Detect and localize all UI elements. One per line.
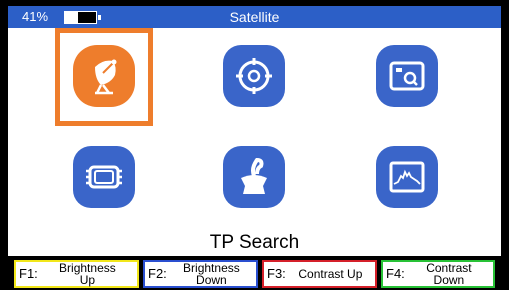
- f3-text: Contrast Up: [298, 267, 363, 281]
- page-title: Satellite: [229, 9, 280, 25]
- menu-item-dish-antenna[interactable]: [223, 146, 285, 208]
- spectrum-icon: [389, 161, 425, 193]
- f1-text: Brightness Up: [59, 261, 116, 287]
- screen: 41% Satellite TP Search F1: Brightness U…: [0, 0, 509, 290]
- menu-item-satellite-dish[interactable]: [73, 45, 135, 107]
- satellite-dish-icon: [95, 59, 117, 95]
- f3-contrast-up-button[interactable]: F3: Contrast Up: [262, 260, 377, 288]
- function-key-bar: F1: Brightness Up F2: Brightness Down F3…: [0, 256, 509, 290]
- f4-text: Contrast Down: [426, 261, 472, 287]
- f2-brightness-down-button[interactable]: F2: Brightness Down: [143, 260, 258, 288]
- status-bar: 41% Satellite: [8, 6, 501, 28]
- f3-key-label: F3:: [267, 266, 286, 281]
- f4-key-label: F4:: [386, 266, 405, 281]
- f4-contrast-down-button[interactable]: F4: Contrast Down: [381, 260, 495, 288]
- menu-item-screen-settings[interactable]: [376, 45, 438, 107]
- f2-text: Brightness Down: [183, 261, 240, 287]
- menu-item-target-search[interactable]: [223, 45, 285, 107]
- f1-brightness-up-button[interactable]: F1: Brightness Up: [14, 260, 139, 288]
- selected-item-label: TP Search: [209, 232, 300, 253]
- target-search-icon: [236, 58, 272, 94]
- f2-key-label: F2:: [148, 266, 167, 281]
- menu-area: TP Search: [8, 28, 501, 256]
- f1-key-label: F1:: [19, 266, 38, 281]
- screen-settings-icon: [389, 61, 425, 91]
- menu-item-chip[interactable]: [73, 146, 135, 208]
- dish-antenna-icon: [241, 157, 267, 194]
- chip-icon: [86, 165, 122, 189]
- menu-item-spectrum[interactable]: [376, 146, 438, 208]
